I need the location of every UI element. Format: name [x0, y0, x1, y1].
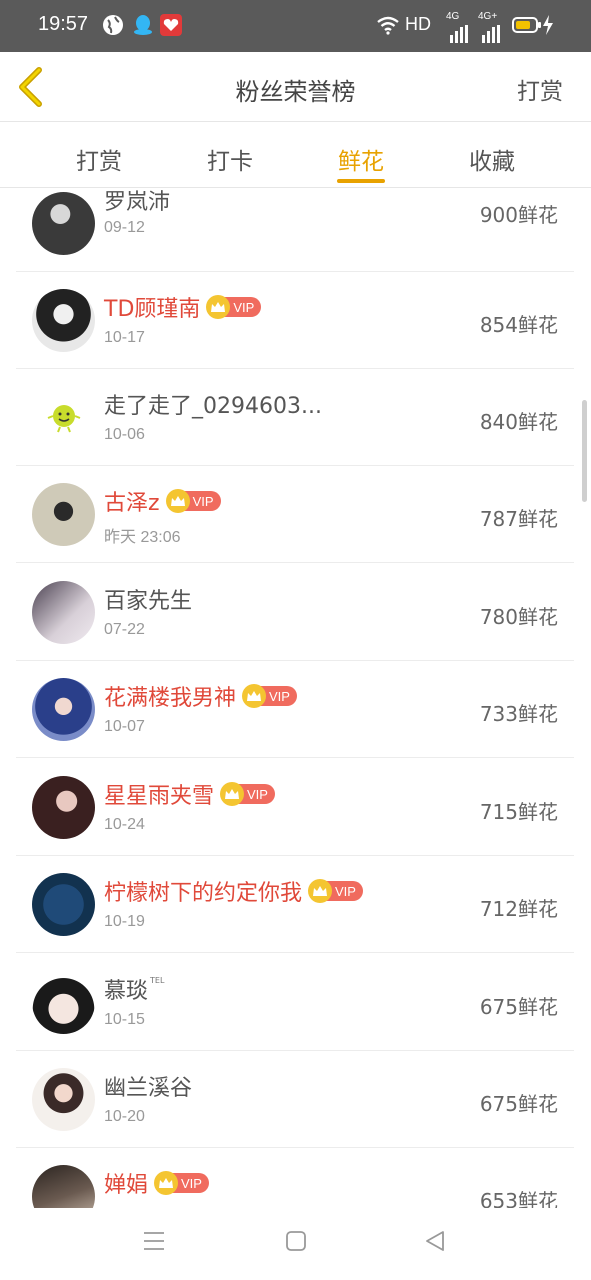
list-item[interactable]: 百家先生 07-22 780鲜花 [16, 564, 574, 661]
crown-icon [165, 489, 190, 513]
hd-label: HD [405, 14, 431, 34]
avatar [32, 1068, 95, 1131]
date-label: 10-19 [104, 913, 145, 930]
list-item[interactable]: 婵娟 VIP 653鲜花 [16, 1148, 574, 1208]
date-label: 10-15 [104, 1011, 145, 1028]
list-item[interactable]: TD顾瑾南 VIP 10-17 854鲜花 [16, 272, 574, 369]
vip-badge: VIP [165, 489, 221, 513]
list-item[interactable]: 慕琰 TEL 10-15 675鲜花 [16, 954, 574, 1051]
user-name: 星星雨夹雪 [104, 784, 215, 809]
status-bar: 19:57 HD 4G 4G+ [0, 0, 591, 52]
tab-favorites[interactable]: 收藏 [452, 142, 532, 176]
date-label: 昨天 23:06 [104, 529, 181, 546]
avatar [32, 1165, 95, 1208]
flower-count: 780鲜花 [479, 605, 558, 629]
tab-checkin[interactable]: 打卡 [190, 142, 270, 176]
smiley-icon [47, 404, 80, 432]
avatar [32, 483, 95, 546]
user-name: 古泽z [104, 491, 160, 516]
signal-1-label: 4G [446, 11, 460, 22]
avatar [32, 678, 95, 741]
user-name: 幽兰溪谷 [104, 1076, 193, 1101]
vip-badge: VIP [220, 782, 275, 806]
avatar [32, 581, 95, 644]
vip-badge: VIP [242, 684, 297, 708]
user-name: 慕琰 [104, 979, 149, 1004]
home-icon[interactable] [285, 1230, 307, 1252]
user-name: TD顾瑾南 [104, 297, 201, 322]
flower-count: 712鲜花 [479, 897, 558, 921]
charging-icon [543, 15, 553, 35]
date-label: 10-24 [104, 816, 145, 833]
tab-bar: 打赏 打卡 鲜花 收藏 [0, 122, 591, 188]
avatar [32, 289, 95, 352]
date-label: 10-17 [104, 329, 145, 346]
vip-badge: VIP [154, 1171, 209, 1195]
scrollbar[interactable] [582, 400, 587, 502]
date-label: 09-12 [104, 219, 145, 236]
avatar [32, 386, 95, 449]
tab-reward[interactable]: 打赏 [59, 142, 139, 176]
flower-count: 675鲜花 [479, 995, 558, 1019]
reward-button[interactable]: 打赏 [517, 72, 563, 106]
user-name: 柠檬树下的约定你我 [104, 881, 303, 906]
date-label: 10-20 [104, 1108, 145, 1125]
list-item[interactable]: 幽兰溪谷 10-20 675鲜花 [16, 1051, 574, 1148]
tab-active-indicator [337, 179, 385, 183]
tab-flowers[interactable]: 鲜花 [321, 142, 401, 176]
flower-count: 675鲜花 [479, 1092, 558, 1116]
avatar [32, 192, 95, 255]
app-heart-icon [160, 14, 182, 36]
flower-count: 854鲜花 [479, 313, 558, 337]
list-item[interactable]: 罗岚沛 09-12 900鲜花 [16, 188, 574, 272]
list-item[interactable]: 柠檬树下的约定你我 VIP 10-19 712鲜花 [16, 856, 574, 953]
list-item[interactable]: 花满楼我男神 VIP 10-07 733鲜花 [16, 661, 574, 758]
qq-icon [134, 15, 152, 35]
signal-2-icon [482, 25, 500, 43]
flower-count: 653鲜花 [479, 1189, 558, 1208]
nav-bar: 粉丝荣誉榜 打赏 [0, 52, 591, 122]
crown-icon [154, 1171, 179, 1195]
avatar [32, 971, 95, 1034]
signal-1-icon [450, 25, 468, 43]
crown-icon [206, 295, 231, 319]
date-label: 10-07 [104, 718, 145, 735]
list-item[interactable]: 古泽z VIP 昨天 23:06 787鲜花 [16, 466, 574, 563]
vip-badge: VIP [206, 295, 262, 319]
user-name: 百家先生 [104, 589, 193, 614]
vip-badge: VIP [308, 879, 363, 903]
crown-icon [242, 684, 267, 708]
globe-icon [103, 15, 123, 35]
wifi-icon [377, 16, 399, 35]
crown-icon [220, 782, 245, 806]
page-title: 粉丝荣誉榜 [235, 78, 356, 106]
date-label: 07-22 [104, 621, 145, 638]
flower-count: 715鲜花 [479, 800, 558, 824]
user-name: 罗岚沛 [104, 190, 171, 215]
crown-icon [308, 879, 333, 903]
avatar [32, 873, 95, 936]
name-superscript: TEL [150, 976, 165, 985]
battery-icon [512, 17, 541, 33]
user-name: 婵娟 [104, 1173, 149, 1198]
date-label: 10-06 [104, 426, 145, 443]
flower-count: 840鲜花 [479, 410, 558, 434]
signal-2-label: 4G+ [478, 11, 498, 22]
back-icon[interactable] [424, 1230, 446, 1252]
user-name: 花满楼我男神 [104, 686, 237, 711]
user-name: 走了走了_0294603... [104, 394, 322, 419]
flower-count: 787鲜花 [479, 507, 558, 531]
list-item[interactable]: 走了走了_0294603... 10-06 840鲜花 [16, 369, 574, 466]
flower-count: 733鲜花 [479, 702, 558, 726]
menu-icon[interactable] [143, 1230, 165, 1252]
fan-list: 罗岚沛 09-12 900鲜花 TD顾瑾南 VIP 10-17 854鲜花 走了… [0, 188, 591, 1208]
list-item[interactable]: 星星雨夹雪 VIP 10-24 715鲜花 [16, 759, 574, 856]
status-time: 19:57 [38, 13, 89, 35]
system-nav-bar [0, 1208, 591, 1280]
avatar [32, 776, 95, 839]
flower-count: 900鲜花 [479, 203, 558, 227]
